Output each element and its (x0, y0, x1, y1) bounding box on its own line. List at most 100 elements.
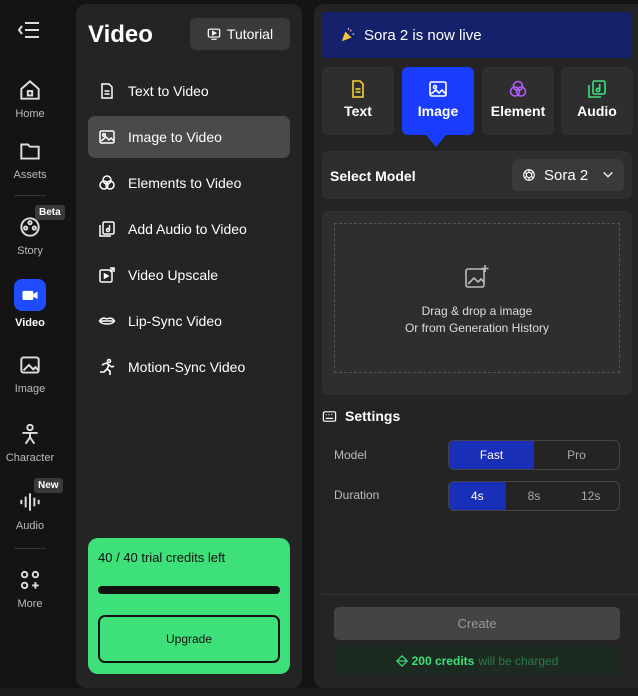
rail-item-audio[interactable]: Audio (0, 489, 60, 532)
chevron-down-icon (603, 171, 613, 178)
tab-element[interactable]: Element (482, 67, 554, 135)
tab-audio[interactable]: Audio (561, 67, 633, 135)
tutorial-button[interactable]: Tutorial (190, 18, 290, 50)
left-rail: Home Assets Story Beta Video Image Chara… (0, 0, 65, 696)
image-icon (20, 356, 40, 374)
menu-add-audio-to-video[interactable]: Add Audio to Video (88, 208, 290, 250)
image-icon (99, 130, 115, 144)
model-setting-label: Model (334, 448, 367, 462)
credit-suffix: will be charged (478, 654, 559, 668)
party-popper-icon (341, 27, 355, 42)
menu-video-upscale[interactable]: Video Upscale (88, 254, 290, 296)
menu-lip-sync-video[interactable]: Lip-Sync Video (88, 300, 290, 342)
settings-title: Settings (345, 408, 401, 424)
tab-label: Element (490, 103, 546, 119)
option-8s[interactable]: 8s (506, 482, 563, 510)
rail-item-video[interactable]: Video (0, 279, 60, 329)
new-badge: New (34, 478, 63, 493)
model-selector-row: Select Model Sora 2 (322, 151, 632, 199)
announcement-banner[interactable]: Sora 2 is now live (322, 12, 632, 58)
menu-elements-to-video[interactable]: Elements to Video (88, 162, 290, 204)
app-window: Home Assets Story Beta Video Image Chara… (0, 0, 638, 696)
video-tools-panel: Video Tutorial Text to Video Image to Vi… (76, 4, 302, 688)
rail-item-label: Image (14, 383, 46, 395)
menu-label: Video Upscale (128, 267, 219, 283)
rail-item-image[interactable]: Image (0, 352, 60, 395)
rail-item-home[interactable]: Home (0, 77, 60, 120)
dropzone-line-2: Or from Generation History (404, 321, 550, 335)
settings-header: Settings (322, 408, 400, 424)
tutorial-label: Tutorial (226, 26, 274, 42)
beta-badge: Beta (35, 205, 65, 220)
create-button[interactable]: Create (334, 607, 620, 640)
image-dropzone[interactable]: Drag & drop a image Or from Generation H… (334, 223, 620, 373)
rail-item-label: Story (17, 245, 43, 257)
duration-toggle: 4s 8s 12s (448, 481, 620, 511)
rail-item-label: Video (15, 317, 45, 329)
option-12s[interactable]: 12s (562, 482, 619, 510)
collapse-menu-icon[interactable] (17, 20, 41, 40)
taskbar-edge (0, 688, 638, 696)
menu-label: Text to Video (128, 83, 209, 99)
panel-title: Video (88, 21, 153, 48)
document-icon (101, 83, 113, 99)
credits-text: 40 / 40 trial credits left (98, 550, 226, 565)
rail-item-label: Home (15, 108, 45, 120)
running-person-icon (100, 358, 115, 375)
tab-image[interactable]: Image (402, 67, 474, 135)
video-camera-icon (22, 290, 38, 300)
elements-icon (509, 80, 527, 97)
rail-divider (14, 548, 46, 549)
tab-text[interactable]: Text (322, 67, 394, 135)
credits-card: 40 / 40 trial credits left Upgrade (88, 538, 290, 674)
diamond-icon (395, 655, 408, 667)
music-file-icon (99, 221, 115, 237)
upscale-icon (99, 267, 115, 283)
menu-label: Image to Video (128, 129, 222, 145)
keyboard-icon (322, 410, 337, 422)
menu-text-to-video[interactable]: Text to Video (88, 70, 290, 112)
rail-item-story[interactable]: Story (0, 214, 60, 257)
rail-item-label: Character (5, 452, 55, 464)
menu-motion-sync-video[interactable]: Motion-Sync Video (88, 346, 290, 388)
add-image-icon (465, 265, 489, 288)
home-icon (20, 80, 40, 100)
rail-item-label: Assets (13, 169, 47, 181)
model-speed-toggle: Fast Pro (448, 440, 620, 470)
rail-item-character[interactable]: Character (0, 421, 60, 464)
music-file-icon (588, 80, 606, 98)
duration-label: Duration (334, 488, 380, 502)
menu-label: Add Audio to Video (128, 221, 247, 237)
select-model-label: Select Model (330, 168, 416, 184)
credits-progress-bar (98, 586, 280, 594)
elements-icon (99, 175, 115, 190)
model-value: Sora 2 (544, 166, 589, 184)
option-fast[interactable]: Fast (449, 441, 534, 469)
footer-divider (322, 594, 638, 595)
banner-text: Sora 2 is now live (364, 26, 482, 44)
openai-logo-icon (523, 169, 535, 181)
rail-divider (14, 195, 46, 196)
menu-label: Elements to Video (128, 175, 242, 191)
model-dropdown[interactable]: Sora 2 (512, 159, 624, 191)
tutorial-icon (207, 28, 221, 40)
credit-amount: 200 credits (411, 654, 475, 668)
folder-icon (20, 143, 40, 160)
menu-image-to-video[interactable]: Image to Video (88, 116, 290, 158)
lips-icon (98, 317, 116, 325)
credit-charge-note: 200 credits will be charged (334, 646, 620, 676)
menu-label: Motion-Sync Video (128, 359, 246, 375)
upgrade-button[interactable]: Upgrade (98, 615, 280, 663)
rail-item-assets[interactable]: Assets (0, 138, 60, 181)
text-doc-icon (352, 80, 364, 98)
character-icon (22, 423, 38, 445)
option-4s[interactable]: 4s (449, 482, 506, 510)
generation-panel: Sora 2 is now live Text Image Element Au… (314, 4, 638, 688)
image-icon (429, 81, 447, 97)
tab-label: Image (417, 103, 459, 119)
rail-item-more[interactable]: More (0, 567, 60, 610)
dropzone-line-1: Drag & drop a image (421, 304, 533, 318)
rail-item-label: Audio (15, 520, 45, 532)
upload-section: Drag & drop a image Or from Generation H… (322, 211, 632, 395)
option-pro[interactable]: Pro (534, 441, 619, 469)
